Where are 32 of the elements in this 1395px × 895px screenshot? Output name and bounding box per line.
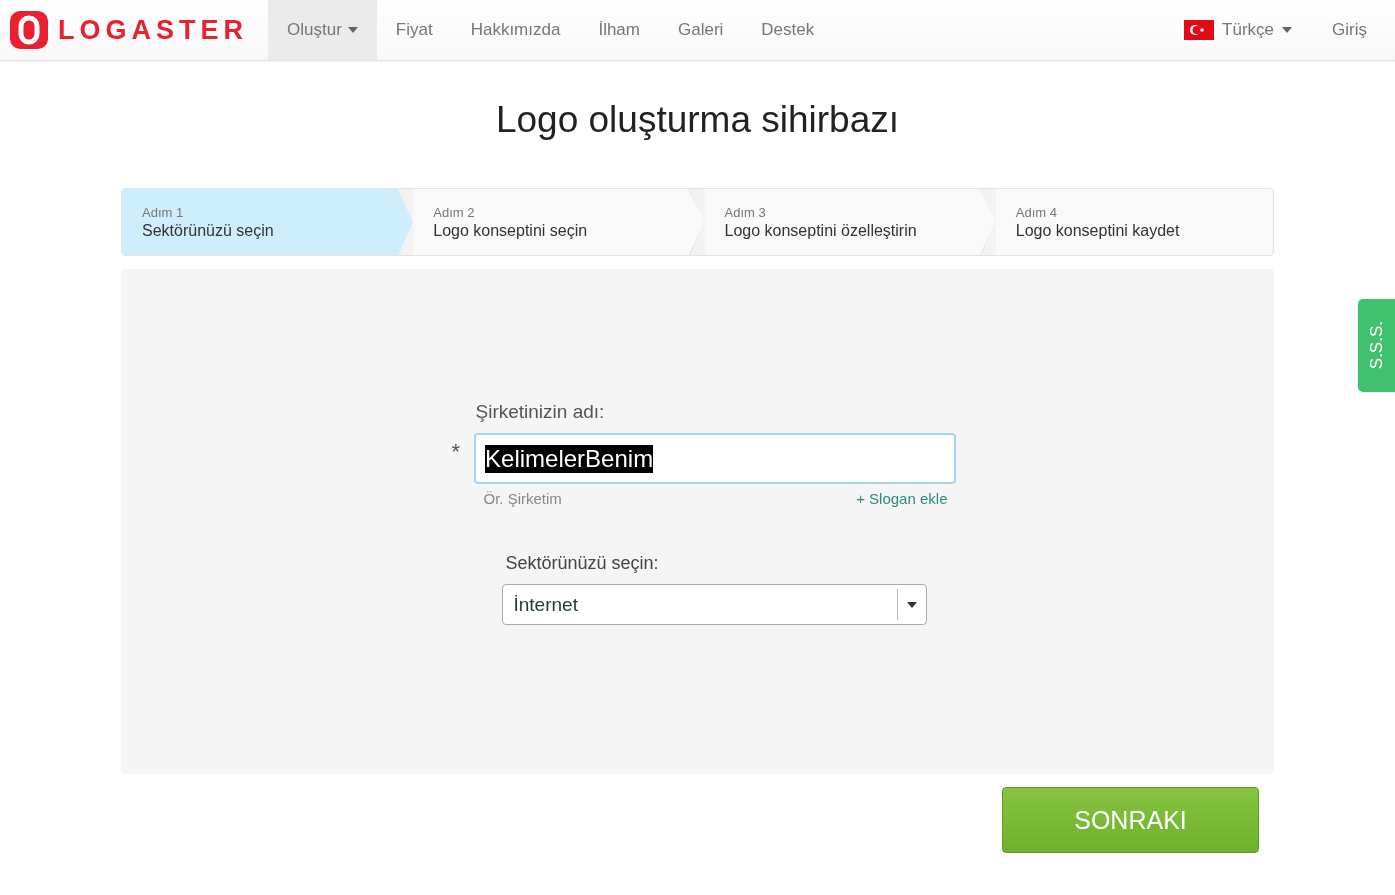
field-label: Sektörünüzü seçin: <box>505 553 660 574</box>
logo-icon <box>10 11 48 49</box>
nav-link[interactable]: Destek <box>742 0 834 60</box>
step-number: Adım 3 <box>724 204 767 220</box>
field-hint: Ör. Şirketim <box>483 490 562 507</box>
faq-tab[interactable]: S.S.S. <box>1358 299 1395 392</box>
step-number: Adım 4 <box>1015 204 1058 220</box>
page-title: Logo oluşturma sihirbazı <box>494 99 901 141</box>
nav-link[interactable]: Galeri <box>659 0 743 60</box>
required-mark: * <box>451 439 461 465</box>
nav-link[interactable]: Fiyat <box>376 0 452 60</box>
company-name-field[interactable]: KelimelerBenim <box>474 433 957 484</box>
sector-select[interactable]: İnternet <box>501 584 927 625</box>
step-number: Adım 2 <box>433 204 476 220</box>
step-label: Logo konseptini seçin <box>433 221 589 240</box>
brand-name: LOGASTER <box>58 14 248 46</box>
nav-link[interactable]: İlham <box>579 0 659 60</box>
next-button[interactable]: SONRAKI <box>1002 787 1259 853</box>
caret-icon <box>906 601 917 608</box>
flag-icon <box>1184 20 1215 40</box>
step-label: Logo konseptini özelleştirin <box>724 221 918 240</box>
step-label: Logo konseptini kaydet <box>1015 221 1181 240</box>
step-label: Sektörünüzü seçin <box>142 221 275 240</box>
add-slogan-link[interactable]: + Slogan ekle <box>856 490 948 507</box>
step-number: Adım 1 <box>142 204 185 220</box>
login-link[interactable]: Giriş <box>1312 0 1395 60</box>
language-selector[interactable]: Türkçe <box>1164 0 1313 60</box>
field-label: Şirketinizin adı: <box>475 401 606 423</box>
logasters-logo[interactable]: LOGASTER <box>0 0 268 60</box>
nav-link[interactable]: Oluştur <box>268 0 377 60</box>
caret-icon <box>1282 27 1293 33</box>
nav-link[interactable]: Hakkımızda <box>451 0 580 60</box>
